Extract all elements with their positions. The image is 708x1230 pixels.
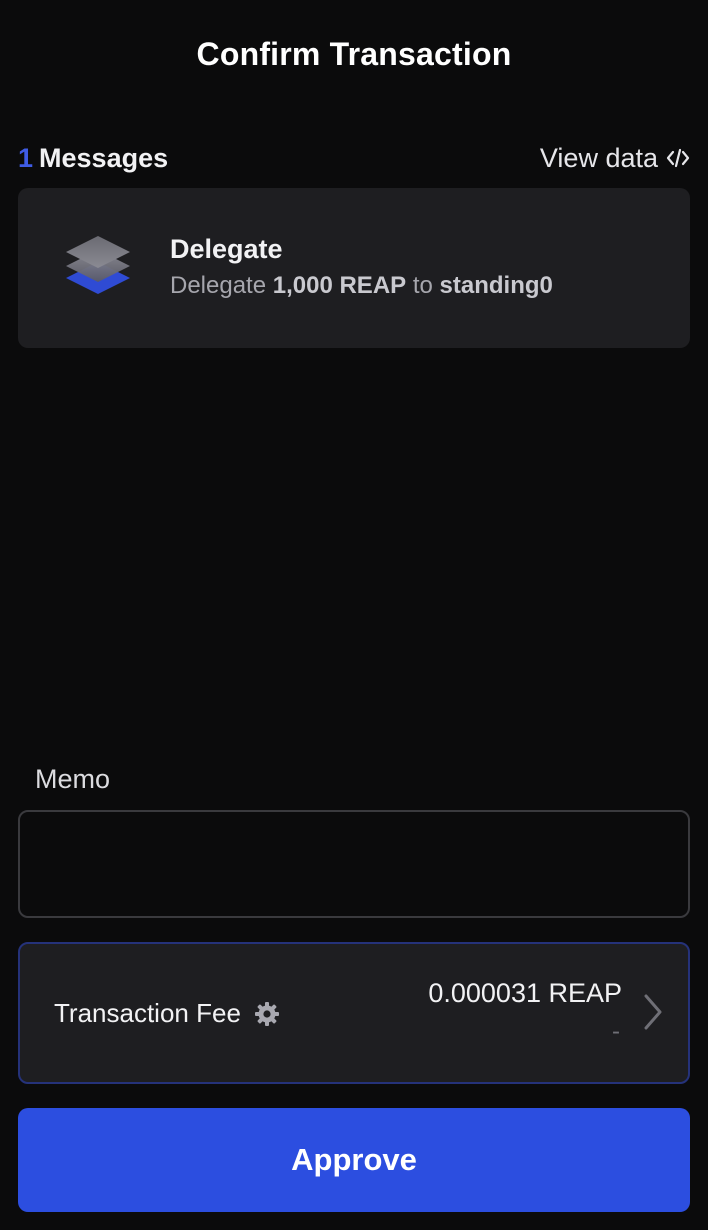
view-data-button[interactable]: View data [540,143,690,174]
page-title: Confirm Transaction [196,36,512,72]
message-validator: standing0 [439,272,553,299]
message-card-delegate: Delegate Delegate 1,000 REAP to standing… [18,188,690,348]
messages-count-label: Messages [39,142,169,173]
message-desc-middle: to [412,272,433,299]
fee-fiat-value: - [612,1018,620,1045]
gear-icon[interactable] [253,1000,281,1028]
approve-button[interactable]: Approve [18,1108,690,1212]
fee-amount: 0.000031 REAP [428,978,622,1008]
memo-label: Memo [35,764,111,794]
fee-label-group: Transaction Fee [54,998,281,1029]
code-icon [666,148,690,168]
message-description: Delegate 1,000 REAP to standing0 [170,272,553,300]
messages-count: 1 Messages [18,143,168,174]
message-amount: 1,000 REAP [272,272,407,299]
messages-header: 1 Messages View data [18,138,690,178]
message-desc-prefix: Delegate [170,272,267,299]
memo-input[interactable] [18,810,690,918]
messages-count-number: 1 [18,142,34,173]
fee-label: Transaction Fee [54,998,241,1028]
chevron-right-icon [644,994,662,1030]
transaction-fee-selector[interactable]: Transaction Fee 0.000031 REAP - [18,942,690,1084]
view-data-label: View data [539,142,658,173]
message-title: Delegate [170,234,283,264]
stack-layers-icon [62,232,134,304]
